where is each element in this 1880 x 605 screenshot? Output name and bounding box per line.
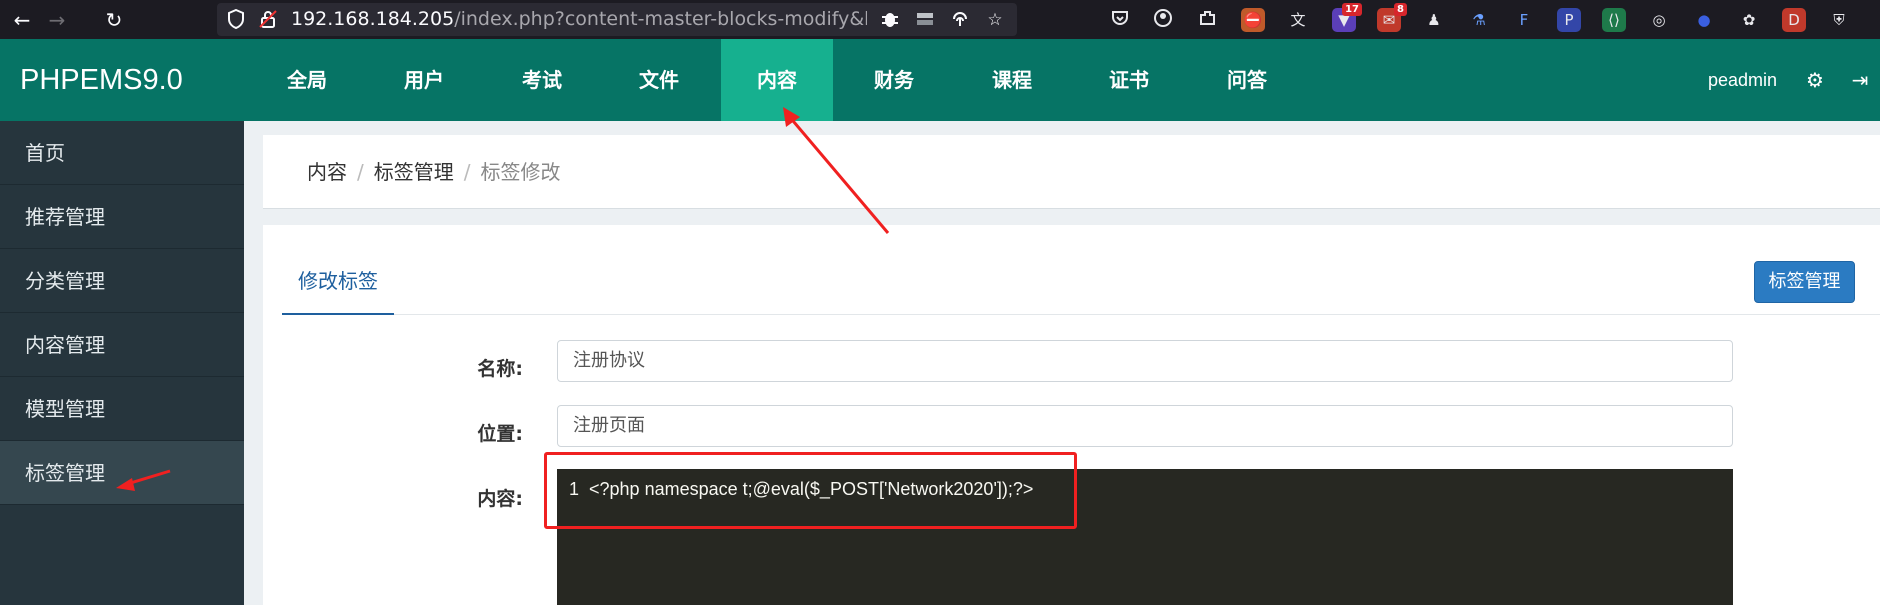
browser-toolbar: ← → ↻ 192.168.184.205/index.php?content-… (0, 0, 1880, 39)
ublock-extension-icon[interactable]: ⛔ (1241, 8, 1265, 32)
reload-icon[interactable]: ↻ (102, 9, 126, 31)
pocket-icon[interactable] (1108, 8, 1132, 32)
spy-extension-icon[interactable]: ♟ (1422, 8, 1446, 32)
content-label: 内容: (477, 488, 523, 510)
nav-users[interactable]: 用户 (368, 39, 480, 121)
hackbar-extension-icon[interactable]: ⚗ (1467, 8, 1491, 32)
sidebar: 首页 推荐管理 分类管理 内容管理 模型管理 标签管理 (0, 121, 244, 605)
glasses-extension-icon[interactable]: ◎ (1647, 8, 1671, 32)
sidebar-item-home[interactable]: 首页 (0, 121, 244, 185)
extension-badge: 8 (1394, 3, 1407, 16)
brand-logo[interactable]: PHPEMS9.0 (20, 39, 183, 121)
extension-badge: 17 (1342, 3, 1362, 16)
breadcrumb-separator: / (463, 160, 471, 184)
sidebar-item-recommend[interactable]: 推荐管理 (0, 185, 244, 249)
nav-global[interactable]: 全局 (251, 39, 363, 121)
forward-icon[interactable]: → (45, 9, 69, 31)
sidebar-item-content[interactable]: 内容管理 (0, 313, 244, 377)
tab-divider (282, 314, 1880, 315)
name-label: 名称: (477, 358, 523, 380)
address-bar[interactable]: 192.168.184.205/index.php?content-master… (217, 3, 1017, 36)
breadcrumb: 内容 / 标签管理 / 标签修改 (307, 135, 561, 209)
logout-icon[interactable]: ⇥ (1848, 68, 1872, 92)
fingerprint-icon[interactable] (949, 9, 971, 31)
d-extension-icon[interactable]: D (1782, 8, 1806, 32)
nav-qa[interactable]: 问答 (1191, 39, 1303, 121)
account-icon[interactable] (1151, 8, 1175, 32)
storage-icon[interactable] (914, 9, 936, 31)
nav-courses[interactable]: 课程 (956, 39, 1068, 121)
bookmark-star-icon[interactable]: ☆ (984, 9, 1006, 31)
sidebar-item-model[interactable]: 模型管理 (0, 377, 244, 441)
breadcrumb-tags[interactable]: 标签管理 (374, 160, 454, 184)
tab-modify-tag[interactable]: 修改标签 (282, 259, 394, 315)
html-extension-icon[interactable]: ⟨⟩ (1602, 8, 1626, 32)
url-text[interactable]: 192.168.184.205/index.php?content-master… (291, 3, 867, 36)
breadcrumb-current: 标签修改 (480, 160, 561, 184)
fy-extension-icon[interactable]: F (1512, 8, 1536, 32)
user-name[interactable]: peadmin (1708, 39, 1777, 121)
translate-extension-icon[interactable]: 文 (1286, 8, 1310, 32)
back-icon[interactable]: ← (10, 9, 34, 31)
bug-icon[interactable] (879, 9, 901, 31)
name-field[interactable]: 注册协议 (557, 340, 1733, 382)
nav-exam[interactable]: 考试 (486, 39, 598, 121)
nav-certificates[interactable]: 证书 (1073, 39, 1185, 121)
annotation-highlight-box (544, 452, 1077, 529)
sidebar-item-tags[interactable]: 标签管理 (0, 441, 244, 505)
breadcrumb-panel: 内容 / 标签管理 / 标签修改 (263, 135, 1880, 209)
insecure-lock-icon[interactable] (257, 9, 279, 31)
app-header: PHPEMS9.0 全局 用户 考试 文件 内容 财务 课程 证书 问答 pea… (0, 39, 1880, 121)
position-label: 位置: (477, 423, 523, 445)
shield-extension-icon[interactable]: ▼ 17 (1332, 3, 1362, 32)
extensions-puzzle-icon[interactable] (1196, 8, 1220, 32)
position-field[interactable]: 注册页面 (557, 405, 1733, 447)
breadcrumb-content[interactable]: 内容 (307, 160, 347, 184)
nav-content[interactable]: 内容 (721, 39, 833, 121)
gear-icon[interactable]: ⚙ (1803, 68, 1827, 92)
tag-management-button[interactable]: 标签管理 (1754, 261, 1855, 303)
notification-extension-icon[interactable]: ✉ 8 (1377, 3, 1407, 32)
sidebar-item-category[interactable]: 分类管理 (0, 249, 244, 313)
nav-finance[interactable]: 财务 (838, 39, 950, 121)
breadcrumb-separator: / (357, 160, 364, 184)
code-extension-icon[interactable]: P (1557, 8, 1581, 32)
nav-files[interactable]: 文件 (603, 39, 715, 121)
palette-extension-icon[interactable]: ✿ (1737, 8, 1761, 32)
shield-icon[interactable] (225, 8, 247, 31)
circle-extension-icon[interactable]: ● (1692, 8, 1716, 32)
vpn-shield-extension-icon[interactable]: ⛨ (1827, 8, 1851, 32)
